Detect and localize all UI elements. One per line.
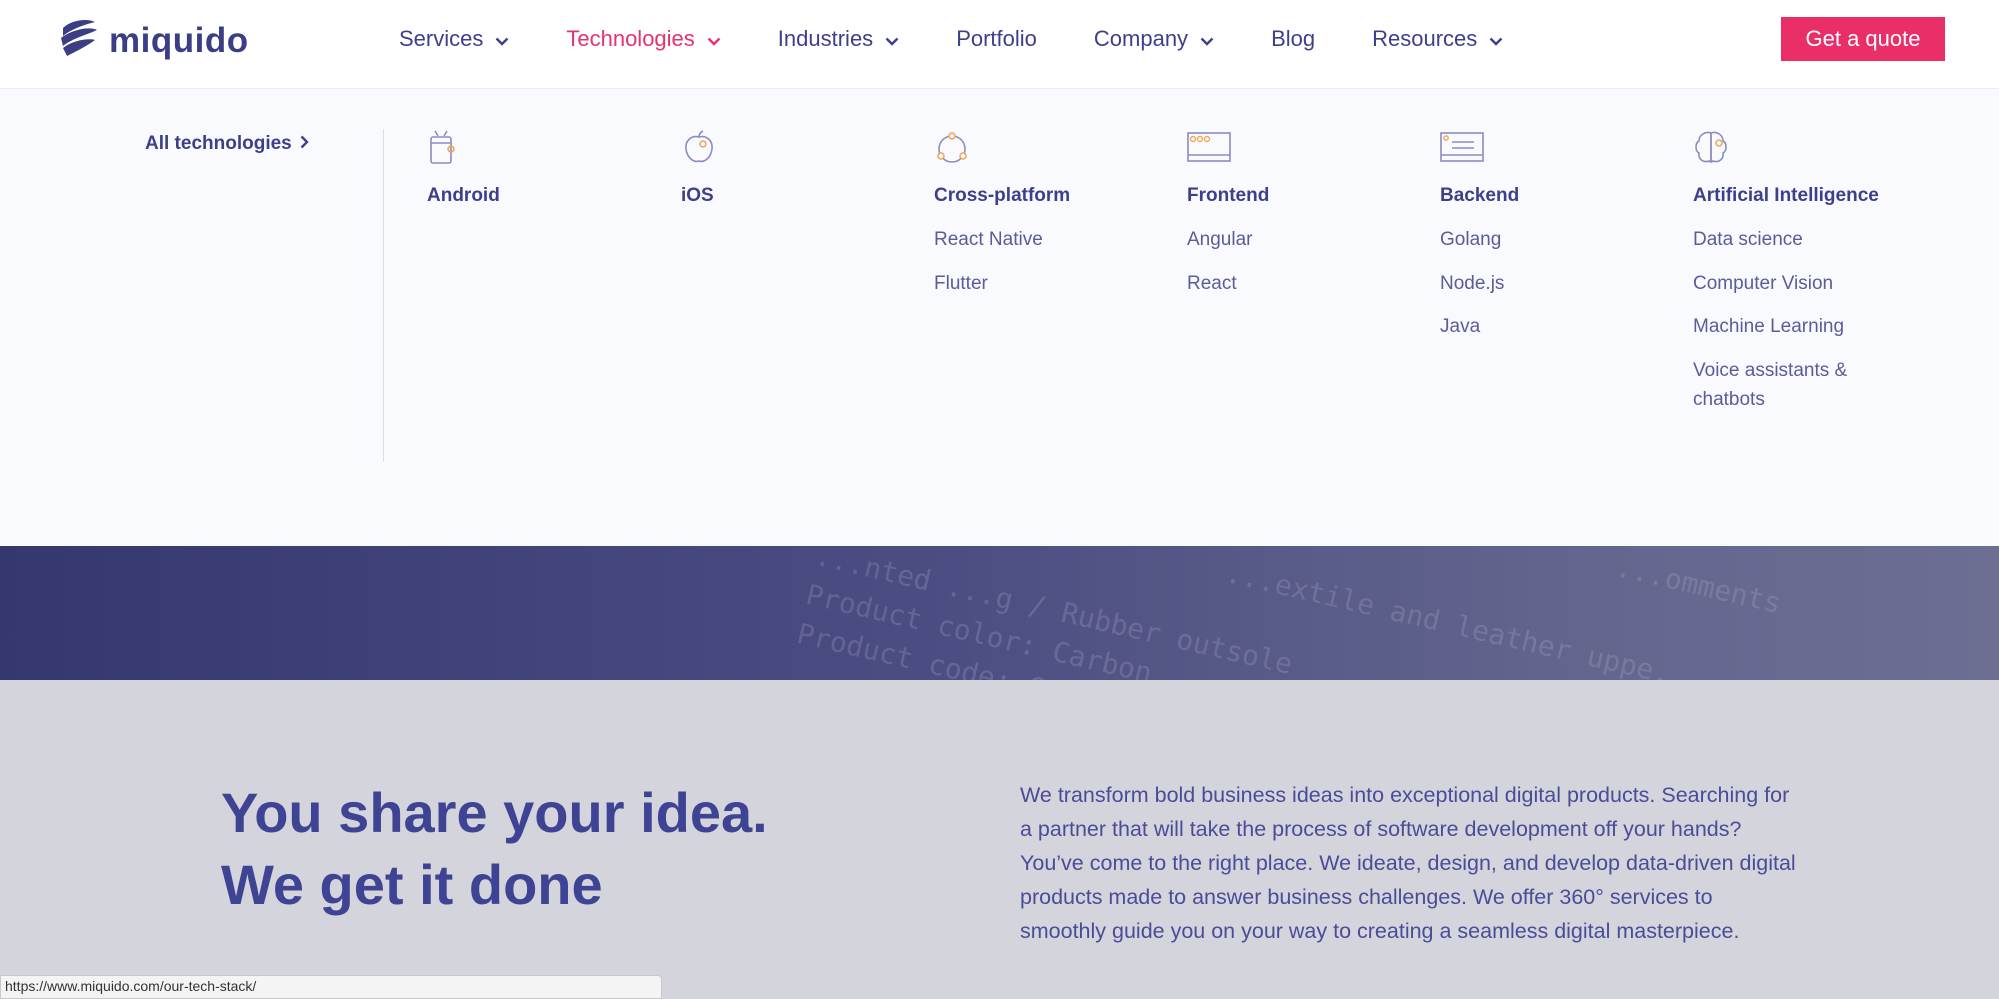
headline-line: You share your idea. — [221, 781, 768, 844]
browser-status-bar: https://www.miquido.com/our-tech-stack/ — [0, 975, 662, 999]
nav-label: Technologies — [566, 26, 695, 51]
tech-column-frontend: Frontend Angular React — [1187, 129, 1387, 312]
nav-label: Portfolio — [956, 26, 1037, 51]
tech-title-android[interactable]: Android — [427, 181, 627, 211]
chevron-down-icon — [707, 26, 721, 52]
site-header: miquido Services Technologies Industries… — [0, 0, 1999, 89]
logo[interactable]: miquido — [57, 16, 249, 65]
tech-title-ai[interactable]: Artificial Intelligence — [1693, 181, 1883, 211]
tech-column-ios: iOS — [681, 129, 881, 211]
tech-title-cross-platform[interactable]: Cross-platform — [934, 181, 1134, 211]
tech-link-flutter[interactable]: Flutter — [934, 269, 1134, 298]
nav-label: Company — [1093, 26, 1189, 51]
nav-services[interactable]: Services — [399, 26, 509, 52]
nav-industries[interactable]: Industries — [778, 26, 899, 52]
cross-platform-icon — [934, 129, 974, 167]
nav-company[interactable]: Company — [1094, 26, 1214, 52]
tech-link-golang[interactable]: Golang — [1440, 225, 1640, 254]
logo-wordmark: miquido — [109, 20, 249, 60]
headline-line: We get it done — [221, 853, 603, 916]
tech-title-backend[interactable]: Backend — [1440, 181, 1640, 211]
nav-label: Industries — [777, 26, 874, 51]
brain-icon — [1693, 129, 1733, 167]
tech-links: Golang Node.js Java — [1440, 225, 1640, 341]
page-headline: You share your idea. We get it done — [221, 777, 768, 921]
tech-title-ios[interactable]: iOS — [681, 181, 881, 211]
chevron-right-icon — [300, 133, 309, 155]
tech-link-nodejs[interactable]: Node.js — [1440, 269, 1640, 298]
menu-divider — [383, 129, 384, 462]
tech-link-java[interactable]: Java — [1440, 312, 1640, 341]
nav-blog[interactable]: Blog — [1271, 26, 1315, 52]
server-window-icon — [1440, 129, 1484, 167]
browser-window-icon — [1187, 129, 1231, 167]
tech-link-voice-assistants[interactable]: Voice assistants & chatbots — [1693, 356, 1883, 414]
chevron-down-icon — [495, 26, 509, 52]
apple-icon — [681, 129, 721, 167]
chevron-down-icon — [885, 26, 899, 52]
nav-portfolio[interactable]: Portfolio — [956, 26, 1037, 52]
background-text: ...nted ...g / Rubber outsole Product co… — [793, 546, 1296, 680]
tech-links: Angular React — [1187, 225, 1387, 298]
tech-link-angular[interactable]: Angular — [1187, 225, 1387, 254]
tech-column-cross-platform: Cross-platform React Native Flutter — [934, 129, 1134, 312]
nav-label: Resources — [1372, 26, 1478, 51]
chevron-down-icon — [1489, 26, 1503, 52]
android-icon — [427, 129, 467, 167]
nav-label: Services — [399, 26, 484, 51]
hero-image-band: ...nted ...g / Rubber outsole Product co… — [0, 546, 1999, 680]
all-technologies-link[interactable]: All technologies — [145, 133, 309, 155]
technologies-mega-menu: All technologies Android iOS Cross-platf… — [0, 89, 1999, 546]
miquido-logo-icon — [57, 16, 99, 65]
nav-technologies[interactable]: Technologies — [566, 26, 721, 52]
tech-column-android: Android — [427, 129, 627, 211]
get-a-quote-button[interactable]: Get a quote — [1781, 17, 1945, 61]
tech-links: Data science Computer Vision Machine Lea… — [1693, 225, 1883, 414]
tech-column-ai: Artificial Intelligence Data science Com… — [1693, 129, 1883, 428]
tech-link-react[interactable]: React — [1187, 269, 1387, 298]
tech-title-frontend[interactable]: Frontend — [1187, 181, 1387, 211]
tech-link-data-science[interactable]: Data science — [1693, 225, 1883, 254]
tech-links: React Native Flutter — [934, 225, 1134, 298]
tech-link-react-native[interactable]: React Native — [934, 225, 1134, 254]
main-nav: Services Technologies Industries Portfol… — [399, 0, 1503, 78]
tech-link-computer-vision[interactable]: Computer Vision — [1693, 269, 1883, 298]
nav-label: Blog — [1271, 26, 1316, 51]
tech-column-backend: Backend Golang Node.js Java — [1440, 129, 1640, 356]
hero-description: We transform bold business ideas into ex… — [1020, 783, 1796, 943]
nav-resources[interactable]: Resources — [1372, 26, 1503, 52]
background-text-fragment: ...omments — [1612, 550, 1785, 621]
chevron-down-icon — [1200, 26, 1214, 52]
all-technologies-label: All technologies — [145, 133, 292, 154]
tech-link-machine-learning[interactable]: Machine Learning — [1693, 312, 1883, 341]
